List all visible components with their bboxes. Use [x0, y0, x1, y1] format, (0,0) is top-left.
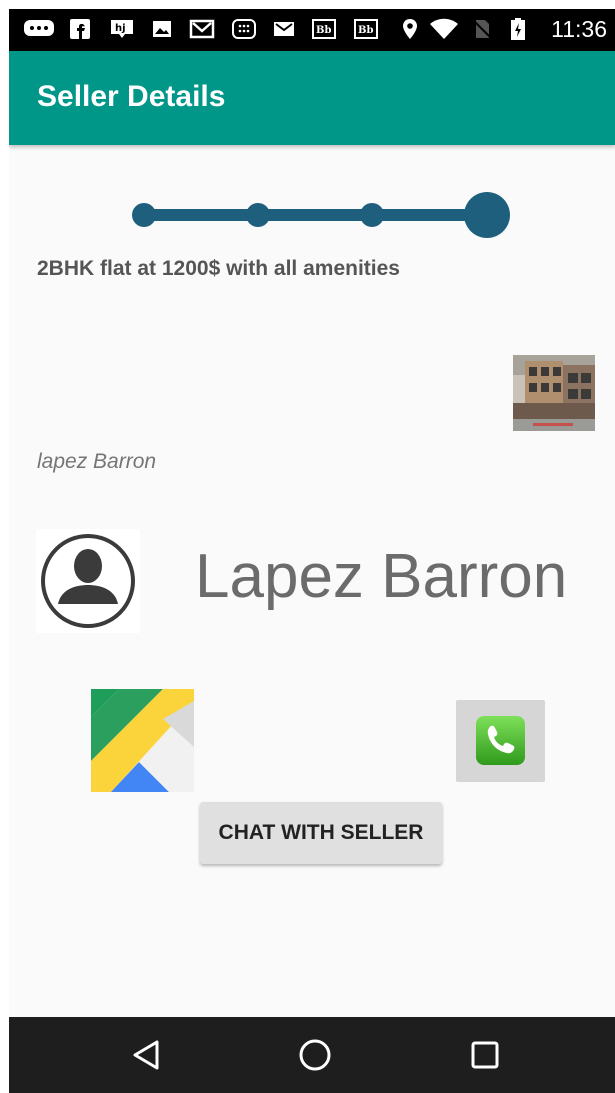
battery-charging-icon	[511, 18, 525, 40]
status-time: 11:36	[551, 16, 607, 42]
location-pin-icon	[403, 19, 417, 39]
back-icon[interactable]	[127, 1035, 167, 1075]
image-icon	[153, 21, 171, 37]
home-icon[interactable]	[295, 1035, 335, 1075]
seller-name: Lapez Barron	[195, 542, 568, 611]
wifi-icon	[430, 18, 458, 39]
blackboard-icon: Bb	[354, 19, 378, 39]
phone-icon	[476, 716, 525, 765]
gmail-icon	[189, 19, 215, 39]
calculator-icon	[232, 19, 256, 39]
step-4-current	[464, 192, 510, 238]
step-3	[360, 203, 384, 227]
status-bar: hj Bb Bb 11:36	[9, 9, 615, 51]
svg-text:Bb: Bb	[316, 25, 331, 36]
property-thumbnail[interactable]	[513, 355, 595, 431]
listing-description: 2BHK flat at 1200$ with all amenities	[37, 257, 400, 280]
chat-with-seller-button[interactable]: CHAT WITH SELLER	[200, 802, 442, 864]
stepper-track	[145, 209, 497, 221]
app-bar: Seller Details	[9, 51, 615, 145]
facebook-icon	[70, 19, 90, 39]
step-2	[246, 203, 270, 227]
google-maps-icon[interactable]	[91, 689, 194, 792]
recents-icon[interactable]	[465, 1035, 505, 1075]
svg-text:hj: hj	[115, 23, 126, 34]
avatar	[36, 529, 140, 633]
call-seller-button[interactable]	[456, 700, 545, 782]
navigation-bar	[9, 1017, 615, 1093]
step-1	[132, 203, 156, 227]
seller-username: lapez Barron	[37, 450, 157, 473]
hj-icon: hj	[111, 20, 133, 38]
screen: hj Bb Bb 11:36 Seller Details 2BHK flat …	[9, 9, 615, 1093]
blackboard-icon: Bb	[312, 19, 336, 39]
svg-text:Bb: Bb	[358, 25, 373, 36]
no-sim-icon	[472, 19, 492, 39]
gmail-icon	[274, 22, 294, 36]
page-title: Seller Details	[37, 80, 226, 113]
chat-bubble-icon	[24, 20, 54, 36]
